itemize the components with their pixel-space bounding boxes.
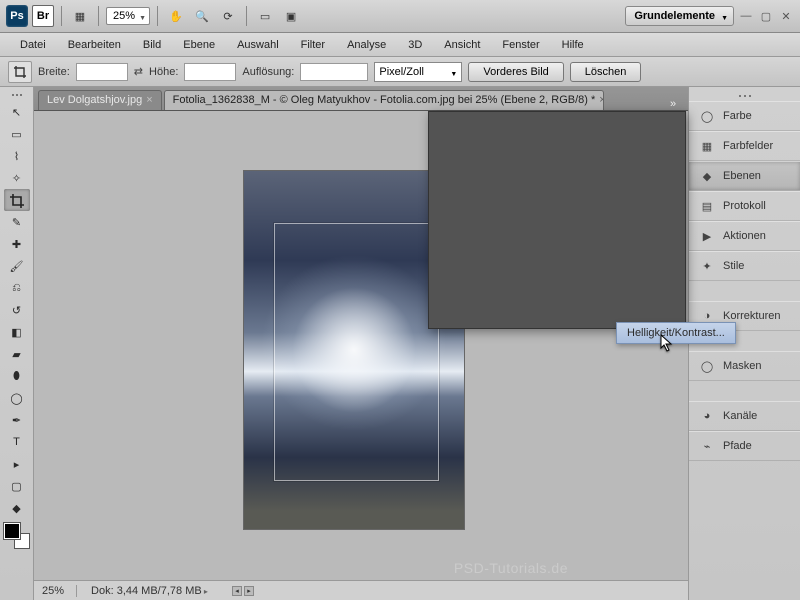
width-input[interactable] xyxy=(76,63,128,81)
workspace-switcher[interactable]: Grundelemente xyxy=(625,6,734,26)
menu-item-helligkeit-kontrast[interactable]: Helligkeit/Kontrast... xyxy=(616,322,736,344)
rotate-view-icon[interactable]: ⟳ xyxy=(217,5,239,27)
resolution-label: Auflösung: xyxy=(242,66,294,78)
resolution-unit-select[interactable]: Pixel/Zoll xyxy=(374,62,462,82)
floating-submenu-panel[interactable] xyxy=(428,111,686,329)
tool-column: ↖ ▭ ⌇ ✧ ✎ ✚ 🖌 ⎌ ↺ ◧ ▰ ⬮ ◯ ✒ T ▸ ▢ ◆ xyxy=(0,87,34,600)
document-tab-strip: Lev Dolgatshjov.jpg× Fotolia_1362838_M -… xyxy=(34,87,688,111)
panel-aktionen[interactable]: ▶Aktionen xyxy=(689,221,800,251)
document-tab[interactable]: Fotolia_1362838_M - © Oleg Matyukhov - F… xyxy=(164,90,604,110)
gradient-tool-icon[interactable]: ▰ xyxy=(4,343,30,365)
move-tool-icon[interactable]: ↖ xyxy=(4,101,30,123)
eyedropper-tool-icon[interactable]: ✎ xyxy=(4,211,30,233)
bridge-logo-icon[interactable]: Br xyxy=(32,5,54,27)
panel-masken[interactable]: ◯Masken xyxy=(689,351,800,381)
watermark: PSD-Tutorials.de xyxy=(454,560,568,576)
horizontal-scrollbar[interactable]: ◂▸ xyxy=(232,585,262,597)
menu-auswahl[interactable]: Auswahl xyxy=(227,36,289,54)
brush-tool-icon[interactable]: 🖌 xyxy=(4,255,30,277)
panel-stile[interactable]: ✦Stile xyxy=(689,251,800,281)
menu-filter[interactable]: Filter xyxy=(291,36,335,54)
hand-tool-icon[interactable]: ✋ xyxy=(165,5,187,27)
panel-pfade[interactable]: ⌁Pfade xyxy=(689,431,800,461)
options-bar: Breite: ⇄ Höhe: Auflösung: Pixel/Zoll Vo… xyxy=(0,57,800,87)
layers-panel-icon: ◆ xyxy=(699,168,715,184)
arrange-documents-icon[interactable]: ▭ xyxy=(254,5,276,27)
shape-tool-icon[interactable]: ▢ xyxy=(4,475,30,497)
healing-brush-tool-icon[interactable]: ✚ xyxy=(4,233,30,255)
swap-dimensions-icon[interactable]: ⇄ xyxy=(134,65,143,78)
front-image-button[interactable]: Vorderes Bild xyxy=(468,62,563,82)
close-tab-icon[interactable]: × xyxy=(146,91,152,110)
lasso-tool-icon[interactable]: ⌇ xyxy=(4,145,30,167)
menu-datei[interactable]: Datei xyxy=(10,36,56,54)
panel-farbe[interactable]: ◯Farbe xyxy=(689,101,800,131)
pen-tool-icon[interactable]: ✒ xyxy=(4,409,30,431)
blur-tool-icon[interactable]: ⬮ xyxy=(4,365,30,387)
toolbar-grip-icon[interactable] xyxy=(5,91,29,99)
history-brush-tool-icon[interactable]: ↺ xyxy=(4,299,30,321)
3d-tool-icon[interactable]: ◆ xyxy=(4,497,30,519)
menu-ebene[interactable]: Ebene xyxy=(173,36,225,54)
photoshop-logo-icon: Ps xyxy=(6,5,28,27)
window-maximize-icon[interactable]: ▢ xyxy=(758,9,774,23)
panel-kanaele[interactable]: ◕Kanäle xyxy=(689,401,800,431)
foreground-color-swatch[interactable] xyxy=(4,523,20,539)
width-label: Breite: xyxy=(38,66,70,78)
status-zoom[interactable]: 25% xyxy=(42,585,77,597)
height-input[interactable] xyxy=(184,63,236,81)
channels-panel-icon: ◕ xyxy=(699,408,715,424)
panel-protokoll[interactable]: ▤Protokoll xyxy=(689,191,800,221)
screen-mode-icon[interactable]: ▣ xyxy=(280,5,302,27)
path-selection-tool-icon[interactable]: ▸ xyxy=(4,453,30,475)
menu-bar: Datei Bearbeiten Bild Ebene Auswahl Filt… xyxy=(0,33,800,57)
menu-analyse[interactable]: Analyse xyxy=(337,36,396,54)
menu-bild[interactable]: Bild xyxy=(133,36,171,54)
status-doc-size[interactable]: Dok: 3,44 MB/7,78 MB xyxy=(91,585,208,597)
tab-overflow-icon[interactable]: » xyxy=(662,98,684,110)
masks-panel-icon: ◯ xyxy=(699,358,715,374)
zoom-level-select[interactable]: 25% xyxy=(106,7,150,25)
clone-stamp-tool-icon[interactable]: ⎌ xyxy=(4,277,30,299)
menu-fenster[interactable]: Fenster xyxy=(492,36,549,54)
clear-button[interactable]: Löschen xyxy=(570,62,642,82)
color-panel-icon: ◯ xyxy=(699,108,715,124)
launch-mini-bridge-icon[interactable]: ▦ xyxy=(69,5,91,27)
panel-grip-icon[interactable] xyxy=(689,91,800,101)
document-tab[interactable]: Lev Dolgatshjov.jpg× xyxy=(38,90,162,110)
magic-wand-tool-icon[interactable]: ✧ xyxy=(4,167,30,189)
marquee-tool-icon[interactable]: ▭ xyxy=(4,123,30,145)
crop-tool-preset-icon[interactable] xyxy=(8,61,32,83)
color-swatch[interactable] xyxy=(4,523,30,549)
resolution-input[interactable] xyxy=(300,63,368,81)
window-minimize-icon[interactable]: — xyxy=(738,9,754,23)
menu-hilfe[interactable]: Hilfe xyxy=(552,36,594,54)
styles-panel-icon: ✦ xyxy=(699,258,715,274)
type-tool-icon[interactable]: T xyxy=(4,431,30,453)
application-topbar: Ps Br ▦ 25% ✋ 🔍 ⟳ ▭ ▣ Grundelemente — ▢ … xyxy=(0,0,800,33)
menu-bearbeiten[interactable]: Bearbeiten xyxy=(58,36,131,54)
paths-panel-icon: ⌁ xyxy=(699,438,715,454)
height-label: Höhe: xyxy=(149,66,178,78)
window-close-icon[interactable]: ✕ xyxy=(778,9,794,23)
status-bar: 25% Dok: 3,44 MB/7,78 MB ◂▸ xyxy=(34,580,688,600)
actions-panel-icon: ▶ xyxy=(699,228,715,244)
crop-tool-icon[interactable] xyxy=(4,189,30,211)
menu-ansicht[interactable]: Ansicht xyxy=(434,36,490,54)
panel-ebenen[interactable]: ◆Ebenen xyxy=(689,161,800,191)
close-tab-icon[interactable]: × xyxy=(599,91,603,110)
menu-3d[interactable]: 3D xyxy=(398,36,432,54)
crop-icon xyxy=(13,65,27,79)
crop-marquee[interactable] xyxy=(274,223,439,481)
panel-farbfelder[interactable]: ▦Farbfelder xyxy=(689,131,800,161)
zoom-tool-icon[interactable]: 🔍 xyxy=(191,5,213,27)
dodge-tool-icon[interactable]: ◯ xyxy=(4,387,30,409)
eraser-tool-icon[interactable]: ◧ xyxy=(4,321,30,343)
swatches-panel-icon: ▦ xyxy=(699,138,715,154)
history-panel-icon: ▤ xyxy=(699,198,715,214)
